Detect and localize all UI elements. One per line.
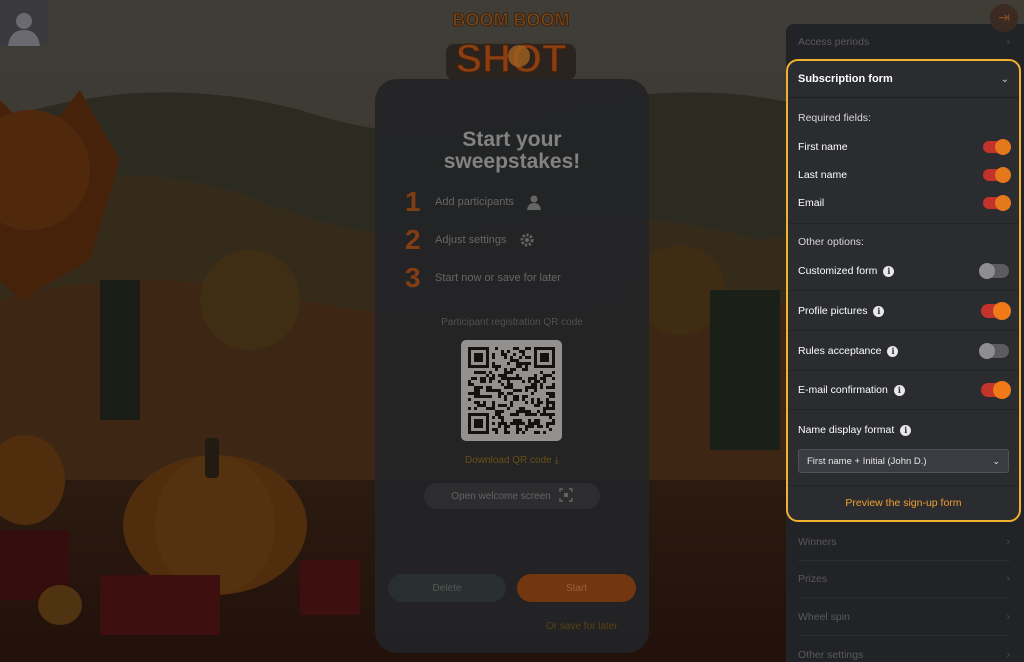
last-name-toggle[interactable] — [983, 167, 1011, 183]
step-adjust-settings[interactable]: 2 Adjust settings — [405, 223, 535, 257]
required-email: Email — [798, 191, 1011, 215]
option-profile-pictures: Profile pictures i — [798, 299, 1011, 323]
start-button[interactable]: Start — [517, 574, 636, 602]
step-label: Add participants — [435, 196, 514, 208]
select-value: First name + Initial (John D.) — [807, 455, 927, 467]
chevron-down-icon: ⌄ — [992, 455, 1000, 466]
required-first-name: First name — [798, 135, 1011, 159]
subscription-form-header[interactable]: Subscription form ⌄ — [788, 61, 1019, 98]
email-toggle[interactable] — [983, 195, 1011, 211]
preview-signup-form-link[interactable]: Preview the sign-up form — [788, 497, 1019, 509]
option-label: Rules acceptance — [798, 345, 882, 357]
rules-acceptance-toggle[interactable] — [979, 343, 1009, 359]
download-icon: ⤓ — [554, 455, 559, 466]
fullscreen-icon — [559, 487, 573, 505]
chevron-right-icon: › — [1006, 536, 1010, 548]
menu-item-wheel-spin[interactable]: Wheel spin › — [798, 607, 1010, 627]
menu-item-access-periods[interactable]: Access periods › — [798, 32, 1010, 52]
option-customized-form: Customized form i — [798, 259, 1009, 283]
divider — [798, 597, 1010, 598]
step-number: 2 — [405, 224, 421, 255]
other-options-label: Other options: — [798, 236, 864, 248]
user-avatar-icon — [8, 13, 40, 46]
qr-code-label: Participant registration QR code — [441, 317, 583, 328]
info-icon[interactable]: i — [900, 424, 912, 436]
step-label: Start now or save for later — [435, 272, 561, 284]
info-icon[interactable]: i — [873, 305, 885, 317]
option-rules-acceptance: Rules acceptance i — [798, 339, 1009, 363]
exit-button[interactable]: ⇥ — [990, 4, 1018, 32]
step-number: 1 — [405, 186, 421, 217]
info-icon[interactable]: i — [893, 384, 905, 396]
option-label: First name — [798, 141, 848, 153]
divider — [788, 330, 1019, 331]
step-label: Adjust settings — [435, 234, 507, 246]
required-fields-label: Required fields: — [798, 112, 871, 124]
download-qr-link[interactable]: Download QR code ⤓ — [375, 455, 649, 466]
boom-boom-shot-logo: BOOM BOOM SHOT — [440, 4, 582, 82]
card-title: Start your sweepstakes! — [443, 128, 581, 173]
chevron-right-icon: › — [1006, 611, 1010, 623]
arrow-right-icon: ⇥ — [998, 10, 1010, 26]
first-name-toggle[interactable] — [983, 139, 1011, 155]
divider — [788, 290, 1019, 291]
customized-form-toggle[interactable] — [979, 263, 1009, 279]
step-start-or-save[interactable]: 3 Start now or save for later — [405, 261, 561, 295]
menu-item-other-settings[interactable]: Other settings › — [798, 645, 1010, 662]
name-display-format: Name display format i — [798, 418, 1009, 442]
subscription-form-section: Subscription form ⌄ Required fields: Fir… — [786, 59, 1021, 522]
user-icon — [526, 194, 542, 210]
menu-item-prizes[interactable]: Prizes › — [798, 569, 1010, 589]
gear-icon — [519, 232, 535, 248]
option-label: Email — [798, 197, 825, 209]
info-icon[interactable]: i — [887, 345, 899, 357]
step-number: 3 — [405, 262, 421, 293]
step-add-participants[interactable]: 1 Add participants — [405, 185, 542, 219]
save-for-later-link[interactable]: Or save for later — [546, 621, 618, 632]
delete-button[interactable]: Delete — [388, 574, 506, 602]
option-label: Last name — [798, 169, 848, 181]
divider — [788, 370, 1019, 371]
option-label: Name display format — [798, 424, 895, 436]
chevron-right-icon: › — [1006, 36, 1010, 48]
open-welcome-screen-button[interactable]: Open welcome screen — [424, 483, 600, 509]
qr-code-image — [461, 340, 562, 441]
email-confirmation-toggle[interactable] — [981, 381, 1011, 399]
section-title: Subscription form — [798, 73, 893, 85]
info-icon[interactable]: i — [883, 265, 895, 277]
name-display-format-select[interactable]: First name + Initial (John D.) ⌄ — [798, 449, 1009, 473]
chevron-down-icon: ⌄ — [1000, 73, 1009, 85]
option-label: Profile pictures — [798, 305, 868, 317]
required-last-name: Last name — [798, 163, 1011, 187]
chevron-right-icon: › — [1006, 649, 1010, 661]
user-avatar[interactable] — [0, 0, 48, 46]
divider — [788, 223, 1019, 224]
chevron-right-icon: › — [1006, 573, 1010, 585]
divider — [798, 635, 1010, 636]
sweepstakes-card: Start your sweepstakes! 1 Add participan… — [375, 79, 649, 653]
divider — [798, 560, 1010, 561]
divider — [788, 485, 1019, 486]
option-label: Customized form — [798, 265, 878, 277]
option-email-confirmation: E-mail confirmation i — [798, 378, 1011, 402]
option-label: E-mail confirmation — [798, 384, 888, 396]
logo-line1: BOOM BOOM — [453, 10, 570, 30]
menu-item-winners[interactable]: Winners › — [798, 532, 1010, 552]
profile-pictures-toggle[interactable] — [981, 302, 1011, 320]
divider — [788, 409, 1019, 410]
